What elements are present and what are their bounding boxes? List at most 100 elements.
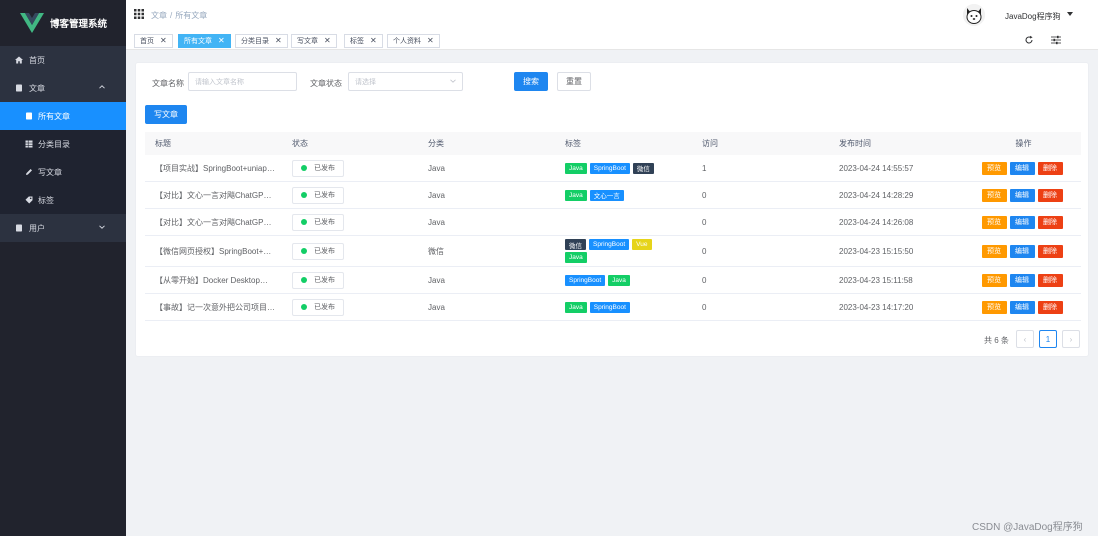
preview-button[interactable]: 预览 <box>981 161 1007 175</box>
tag-chip: Java <box>565 189 587 201</box>
page-1-button[interactable]: 1 <box>1039 330 1057 348</box>
tag-tab-label: 标签 <box>350 38 364 45</box>
reset-button[interactable]: 重置 <box>557 72 591 91</box>
table-row: 【项目实战】SpringBoot+uniapp+uview2打造H5+小程序+A… <box>145 155 1081 182</box>
tag-tab-2[interactable]: 分类目录 ✕ <box>235 34 288 48</box>
tag-chip: Java <box>565 252 587 263</box>
close-icon[interactable]: ✕ <box>324 37 331 45</box>
preview-button[interactable]: 预览 <box>981 300 1007 314</box>
column-header: 标题 <box>155 139 171 148</box>
preview-button[interactable]: 预览 <box>981 273 1007 287</box>
title-cell: 【项目实战】SpringBoot+uniapp+uview2打造H5+小程序+A… <box>145 163 282 174</box>
delete-button[interactable]: 删除 <box>1037 273 1063 287</box>
sidebar-item-label: 写文章 <box>38 167 62 177</box>
delete-button[interactable]: 删除 <box>1037 188 1063 202</box>
sidebar: 博客管理系统 首页文章 所有文章分类目录写文章标签用户 <box>0 0 126 536</box>
actions-cell: 预览 编辑 删除 <box>966 273 1081 287</box>
preview-button[interactable]: 预览 <box>981 188 1007 202</box>
status-select-placeholder: 请选择 <box>355 78 376 86</box>
articles-card: 文章名称 请输入文章名称 文章状态 请选择 搜索 重置 写文章 标题 状态 分类 标签… <box>135 62 1089 357</box>
sidebar-item-1[interactable]: 文章 <box>0 74 126 102</box>
delete-button[interactable]: 删除 <box>1037 244 1063 258</box>
status-badge: 已发布 <box>292 186 344 204</box>
tag-tab-label: 写文章 <box>297 38 318 45</box>
write-article-button[interactable]: 写文章 <box>145 105 187 124</box>
status-badge: 已发布 <box>292 271 344 289</box>
title-search-input[interactable]: 请输入文章名称 <box>188 72 297 91</box>
status-cell: 已发布 <box>282 271 418 289</box>
visits-cell: 0 <box>702 190 707 200</box>
delete-button[interactable]: 删除 <box>1037 215 1063 229</box>
sidebar-item-label: 分类目录 <box>38 139 70 149</box>
status-select[interactable]: 请选择 <box>348 72 463 91</box>
tag-tab-3[interactable]: 写文章 ✕ <box>291 34 337 48</box>
caret-down-icon[interactable] <box>1067 12 1073 16</box>
category-cell: Java <box>428 190 445 200</box>
sidebar-item-2[interactable]: 所有文章 <box>0 102 126 130</box>
tag-tab-1[interactable]: 所有文章 ✕ <box>178 34 231 48</box>
column-header: 操作 <box>1015 139 1032 148</box>
preview-button[interactable]: 预览 <box>981 244 1007 258</box>
watermark: CSDN @JavaDog程序狗 <box>972 522 1083 533</box>
status-badge: 已发布 <box>292 159 344 177</box>
title-search-placeholder: 请输入文章名称 <box>195 78 244 86</box>
status-text: 已发布 <box>314 248 335 255</box>
actions-cell: 预览 编辑 删除 <box>966 188 1081 202</box>
sidebar-item-4[interactable]: 写文章 <box>0 158 126 186</box>
hamburger-grid-icon[interactable] <box>134 9 144 19</box>
status-dot-icon <box>301 248 307 254</box>
settings-sliders-icon[interactable] <box>1051 35 1061 45</box>
close-icon[interactable]: ✕ <box>427 37 434 45</box>
sidebar-item-5[interactable]: 标签 <box>0 186 126 214</box>
close-icon[interactable]: ✕ <box>275 37 282 45</box>
article-title: 【对比】文心一言对飚ChatGPT实操对比体验 <box>155 190 275 200</box>
title-cell: 【事故】记一次意外把公司项目全删了 <box>145 302 282 313</box>
sidebar-item-label: 首页 <box>29 55 45 65</box>
sidebar-item-label: 用户 <box>29 223 45 233</box>
publish-time-cell: 2023-04-24 14:28:29 <box>839 190 914 200</box>
tag-tab-0[interactable]: 首页 ✕ <box>134 34 173 48</box>
category-cell: Java <box>428 163 445 173</box>
edit-button[interactable]: 编辑 <box>1009 188 1035 202</box>
vue-logo-icon <box>20 13 44 33</box>
refresh-icon[interactable] <box>1024 35 1034 45</box>
title-cell: 【对比】文心一言对飚ChatGPT实操对比体验 <box>145 217 282 228</box>
sidebar-item-0[interactable]: 首页 <box>0 46 126 74</box>
status-badge: 已发布 <box>292 213 344 231</box>
search-button[interactable]: 搜索 <box>514 72 548 91</box>
edit-button[interactable]: 编辑 <box>1009 300 1035 314</box>
status-badge: 已发布 <box>292 298 344 316</box>
breadcrumb-item-articles[interactable]: 文章 <box>151 11 167 20</box>
sidebar-item-3[interactable]: 分类目录 <box>0 130 126 158</box>
status-dot-icon <box>301 277 307 283</box>
status-cell: 已发布 <box>282 242 418 260</box>
tag-tab-5[interactable]: 个人资料 ✕ <box>387 34 440 48</box>
next-page-button[interactable]: › <box>1062 330 1080 348</box>
tag-chip: SpringBoot <box>565 274 606 286</box>
edit-button[interactable]: 编辑 <box>1009 215 1035 229</box>
actions-cell: 预览 编辑 删除 <box>966 161 1081 175</box>
tags-cell: Java SpringBoot 微信 <box>555 162 692 175</box>
prev-page-button[interactable]: ‹ <box>1016 330 1034 348</box>
tag-chip: 微信 <box>632 162 654 174</box>
status-text: 已发布 <box>314 219 335 226</box>
edit-button[interactable]: 编辑 <box>1009 161 1035 175</box>
table-icon <box>25 140 33 148</box>
edit-button[interactable]: 编辑 <box>1009 273 1035 287</box>
edit-button[interactable]: 编辑 <box>1009 244 1035 258</box>
preview-button[interactable]: 预览 <box>981 215 1007 229</box>
sidebar-item-6[interactable]: 用户 <box>0 214 126 242</box>
close-icon[interactable]: ✕ <box>160 37 167 45</box>
status-cell: 已发布 <box>282 159 418 177</box>
delete-button[interactable]: 删除 <box>1037 300 1063 314</box>
close-icon[interactable]: ✕ <box>370 37 377 45</box>
username-dropdown[interactable]: JavaDog程序狗 <box>1005 11 1061 22</box>
delete-button[interactable]: 删除 <box>1037 161 1063 175</box>
category-cell: Java <box>428 217 445 227</box>
tag-tab-4[interactable]: 标签 ✕ <box>344 34 383 48</box>
close-icon[interactable]: ✕ <box>218 37 225 45</box>
app-logo[interactable]: 博客管理系统 <box>0 0 126 46</box>
tag-chip: SpringBoot <box>589 239 630 250</box>
pencil-icon <box>25 168 33 176</box>
user-avatar[interactable] <box>963 4 985 26</box>
